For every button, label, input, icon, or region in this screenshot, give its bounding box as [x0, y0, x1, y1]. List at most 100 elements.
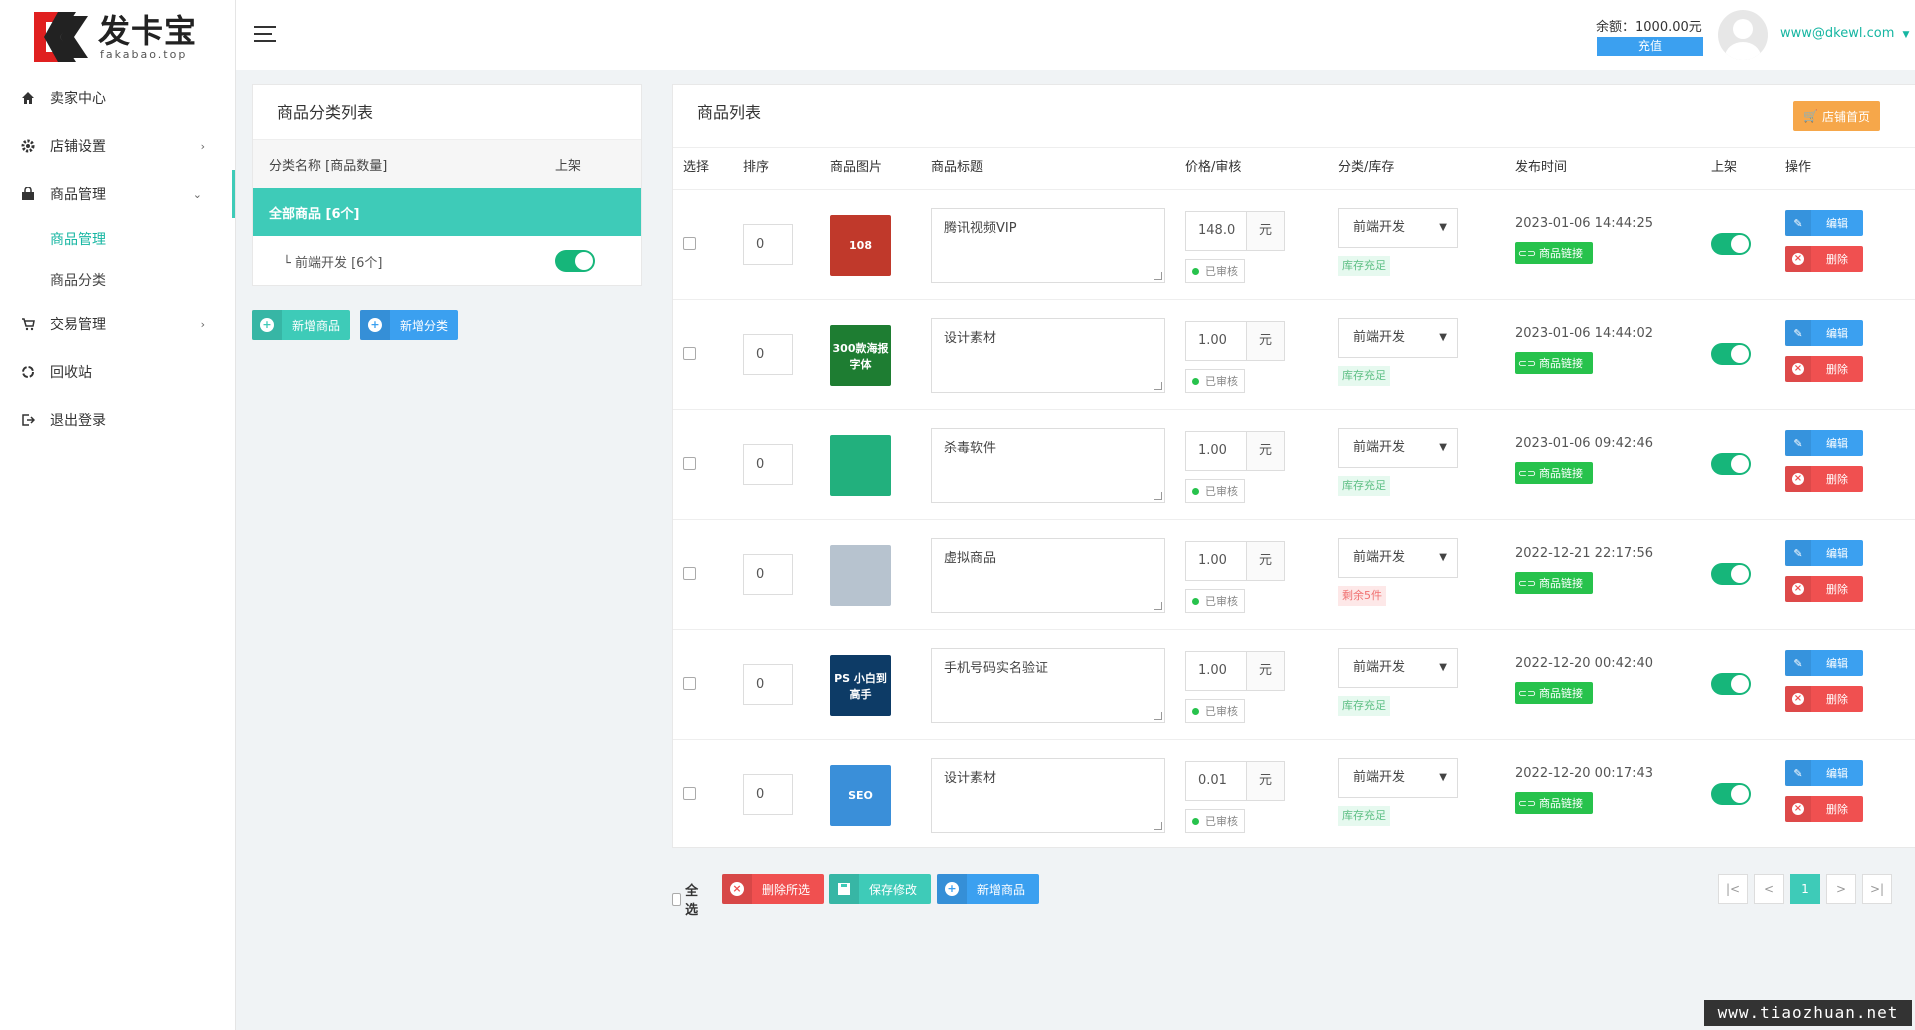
- on-shelf-toggle[interactable]: [1711, 343, 1751, 365]
- select-all-checkbox[interactable]: [672, 892, 682, 906]
- price-value: 1.00: [1198, 553, 1227, 568]
- on-shelf-toggle[interactable]: [1711, 673, 1751, 695]
- sort-input[interactable]: 0: [743, 664, 793, 705]
- save-button[interactable]: 保存修改: [829, 874, 931, 904]
- on-shelf-toggle[interactable]: [1711, 453, 1751, 475]
- edit-button[interactable]: ✎ 编辑: [1785, 320, 1863, 346]
- page-next-button[interactable]: >: [1826, 874, 1856, 904]
- row-checkbox[interactable]: [683, 347, 696, 360]
- edit-button[interactable]: ✎ 编辑: [1785, 540, 1863, 566]
- sort-input[interactable]: 0: [743, 224, 793, 265]
- edit-button[interactable]: ✎ 编辑: [1785, 430, 1863, 456]
- product-link-button[interactable]: ⊂⊃ 商品链接: [1515, 682, 1593, 704]
- resize-handle-icon[interactable]: [1154, 272, 1162, 280]
- sidebar-item-recycle-bin[interactable]: 回收站: [0, 348, 235, 396]
- category-header: 分类名称 [商品数量] 上架: [253, 140, 641, 188]
- page-last-button[interactable]: >|: [1862, 874, 1892, 904]
- delete-button[interactable]: × 删除: [1785, 466, 1863, 492]
- caret-down-icon: ▼: [1439, 662, 1447, 673]
- delete-button[interactable]: × 删除: [1785, 796, 1863, 822]
- sort-input[interactable]: 0: [743, 334, 793, 375]
- category-select[interactable]: 前端开发 ▼: [1338, 208, 1458, 248]
- page-first-button[interactable]: |<: [1718, 874, 1748, 904]
- menu-toggle-icon[interactable]: [254, 26, 276, 44]
- price-field[interactable]: 0.01 元: [1185, 761, 1285, 801]
- delete-selected-button[interactable]: × 删除所选: [722, 874, 824, 904]
- title-textarea[interactable]: 虚拟商品: [931, 538, 1165, 613]
- sidebar-item-shop-settings[interactable]: 店铺设置 ›: [0, 122, 235, 170]
- category-item[interactable]: └ 前端开发 [6个]: [253, 236, 641, 286]
- on-shelf-toggle[interactable]: [1711, 233, 1751, 255]
- title-textarea[interactable]: 腾讯视频VIP: [931, 208, 1165, 283]
- title-textarea[interactable]: 手机号码实名验证: [931, 648, 1165, 723]
- sidebar-item-logout[interactable]: 退出登录: [0, 396, 235, 444]
- category-select[interactable]: 前端开发 ▼: [1338, 648, 1458, 688]
- sort-input[interactable]: 0: [743, 554, 793, 595]
- category-select[interactable]: 前端开发 ▼: [1338, 758, 1458, 798]
- edit-button[interactable]: ✎ 编辑: [1785, 760, 1863, 786]
- title-textarea[interactable]: 设计素材: [931, 758, 1165, 833]
- sidebar-subitem-product-management[interactable]: 商品管理: [0, 218, 235, 259]
- edit-button[interactable]: ✎ 编辑: [1785, 650, 1863, 676]
- add-product-button[interactable]: + 新增商品: [252, 310, 351, 340]
- page-current-button[interactable]: 1: [1790, 874, 1820, 904]
- status-dot-icon: [1192, 267, 1199, 275]
- resize-handle-icon[interactable]: [1154, 382, 1162, 390]
- product-link-button[interactable]: ⊂⊃ 商品链接: [1515, 462, 1593, 484]
- row-checkbox[interactable]: [683, 677, 696, 690]
- sidebar-item-label: 交易管理: [50, 317, 106, 333]
- price-field[interactable]: 1.00 元: [1185, 431, 1285, 471]
- close-circle-icon: ×: [730, 882, 744, 896]
- delete-button[interactable]: × 删除: [1785, 576, 1863, 602]
- row-checkbox[interactable]: [683, 457, 696, 470]
- recharge-button[interactable]: 充值: [1597, 37, 1703, 56]
- edit-button[interactable]: ✎ 编辑: [1785, 210, 1863, 236]
- select-all[interactable]: 全选: [672, 880, 702, 918]
- row-checkbox[interactable]: [683, 237, 696, 250]
- product-link-button[interactable]: ⊂⊃ 商品链接: [1515, 352, 1593, 374]
- add-category-button[interactable]: + 新增分类: [360, 310, 459, 340]
- sort-input[interactable]: 0: [743, 774, 793, 815]
- product-title: 杀毒软件: [944, 441, 997, 456]
- price-field[interactable]: 1.00 元: [1185, 541, 1285, 581]
- resize-handle-icon[interactable]: [1154, 602, 1162, 610]
- product-link-button[interactable]: ⊂⊃ 商品链接: [1515, 792, 1593, 814]
- product-link-button[interactable]: ⊂⊃ 商品链接: [1515, 572, 1593, 594]
- on-shelf-toggle[interactable]: [1711, 563, 1751, 585]
- category-select[interactable]: 前端开发 ▼: [1338, 538, 1458, 578]
- product-title: 手机号码实名验证: [944, 661, 1049, 676]
- sort-input[interactable]: 0: [743, 444, 793, 485]
- shop-home-button[interactable]: 🛒 店铺首页: [1793, 101, 1880, 131]
- category-select[interactable]: 前端开发 ▼: [1338, 428, 1458, 468]
- sidebar-item-seller-center[interactable]: 卖家中心: [0, 74, 235, 122]
- sidebar-item-trade-management[interactable]: 交易管理 ›: [0, 300, 235, 348]
- avatar[interactable]: [1718, 10, 1768, 60]
- delete-button[interactable]: × 删除: [1785, 246, 1863, 272]
- resize-handle-icon[interactable]: [1154, 712, 1162, 720]
- resize-handle-icon[interactable]: [1154, 822, 1162, 830]
- title-textarea[interactable]: 设计素材: [931, 318, 1165, 393]
- price-field[interactable]: 1.00 元: [1185, 651, 1285, 691]
- row-checkbox[interactable]: [683, 787, 696, 800]
- add-product-bottom-button[interactable]: + 新增商品: [937, 874, 1039, 904]
- resize-handle-icon[interactable]: [1154, 492, 1162, 500]
- on-shelf-toggle[interactable]: [1711, 783, 1751, 805]
- delete-button[interactable]: × 删除: [1785, 686, 1863, 712]
- category-all[interactable]: 全部商品 [6个]: [253, 188, 641, 236]
- category-on-shelf-toggle[interactable]: [555, 250, 595, 272]
- sidebar-subitem-product-category[interactable]: 商品分类: [0, 259, 235, 300]
- row-checkbox[interactable]: [683, 567, 696, 580]
- delete-button[interactable]: × 删除: [1785, 356, 1863, 382]
- stock-badge: 库存充足: [1338, 476, 1390, 496]
- home-icon: [20, 90, 36, 106]
- price-field[interactable]: 1.00 元: [1185, 321, 1285, 361]
- product-link-button[interactable]: ⊂⊃ 商品链接: [1515, 242, 1593, 264]
- col-time: 发布时间: [1515, 160, 1568, 175]
- category-select[interactable]: 前端开发 ▼: [1338, 318, 1458, 358]
- user-menu[interactable]: www@dkewl.com ▼: [1780, 26, 1909, 41]
- title-textarea[interactable]: 杀毒软件: [931, 428, 1165, 503]
- page-prev-button[interactable]: <: [1754, 874, 1784, 904]
- logo[interactable]: 发卡宝 fakabao.top: [0, 0, 235, 74]
- price-field[interactable]: 148.0 元: [1185, 211, 1285, 251]
- sidebar-item-product-management[interactable]: 商品管理 ⌄: [0, 170, 235, 218]
